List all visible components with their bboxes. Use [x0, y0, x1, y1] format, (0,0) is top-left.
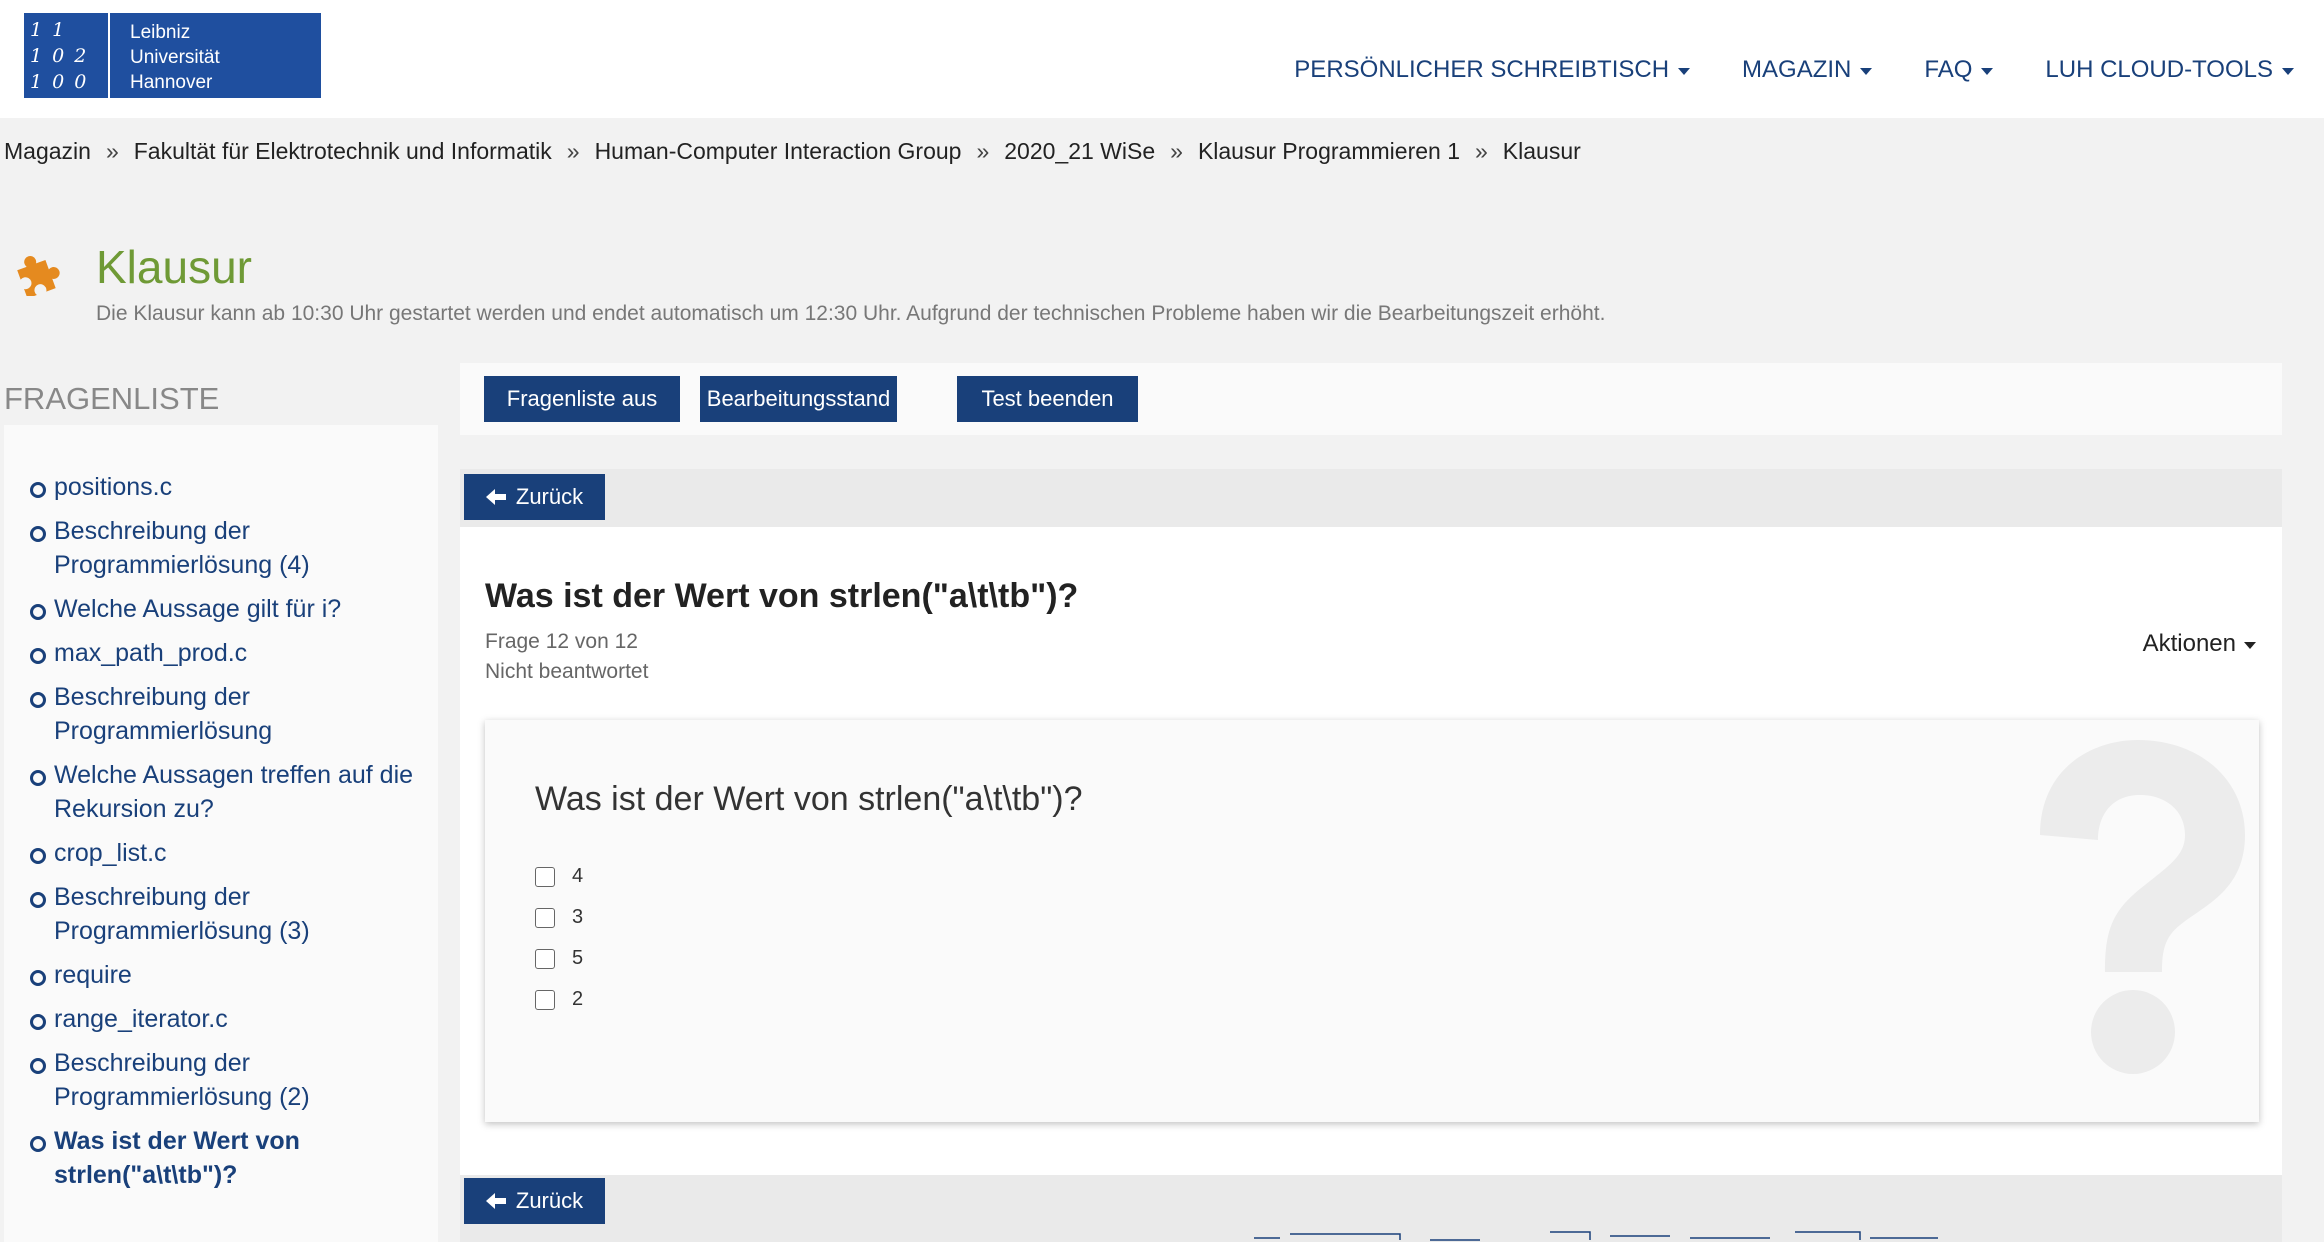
breadcrumb-separator: » [1475, 138, 1488, 164]
question-list-off-button[interactable]: Fragenliste aus [484, 376, 680, 422]
arrow-left-icon [485, 1193, 506, 1209]
checkbox[interactable] [535, 948, 555, 969]
arrow-left-icon [485, 489, 506, 505]
question-list-item[interactable]: Beschreibung der Programmierlösung (4) [28, 514, 438, 582]
answer-option[interactable]: 5 [535, 938, 583, 979]
breadcrumb-item[interactable]: Magazin [4, 138, 91, 165]
test-toolbar: Fragenliste aus Bearbeitungsstand Test b… [460, 363, 2282, 435]
checkbox[interactable] [535, 989, 555, 1010]
breadcrumb-separator: » [1170, 138, 1183, 164]
breadcrumb-separator: » [105, 138, 119, 164]
circle-icon [30, 1014, 46, 1030]
logo-mark: 1 1 1 0 2 1 0 0 4 [24, 13, 110, 119]
circle-icon [30, 892, 46, 908]
question-list-item[interactable]: crop_list.c [28, 836, 438, 870]
caret-down-icon [2282, 68, 2294, 75]
circle-icon [30, 604, 46, 620]
back-button[interactable]: Zurück [464, 1178, 605, 1224]
back-button[interactable]: Zurück [464, 474, 605, 520]
question-list-item[interactable]: Beschreibung der Programmierlösung (3) [28, 880, 438, 948]
question-list-item[interactable]: require [28, 958, 438, 992]
caret-down-icon [1860, 68, 1873, 75]
breadcrumb-item[interactable]: Klausur Programmieren 1 [1198, 138, 1460, 165]
site-header: 1 1 1 0 2 1 0 0 4 Leibniz Universität Ha… [0, 0, 2324, 119]
circle-icon [30, 1136, 46, 1152]
breadcrumb-item[interactable]: Human-Computer Interaction Group [595, 138, 962, 165]
question-heading: Was ist der Wert von strlen("a\t\tb")? [485, 577, 1079, 615]
breadcrumb-item[interactable]: Fakultät für Elektrotechnik und Informat… [134, 138, 552, 165]
caret-down-icon [2244, 642, 2256, 649]
nav-cloud-tools[interactable]: LUH CLOUD-TOOLS [2045, 56, 2294, 84]
circle-icon [30, 526, 46, 542]
answer-options: 4 3 5 2 [535, 856, 583, 1020]
circle-icon [30, 648, 46, 664]
question-status: Nicht beantwortet [485, 660, 649, 683]
nav-bar-top: Zurück [460, 469, 2282, 527]
circle-icon [30, 848, 46, 864]
question-list-item[interactable]: Welche Aussage gilt für i? [28, 592, 438, 626]
finish-test-button[interactable]: Test beenden [957, 376, 1138, 422]
question-text: Was ist der Wert von strlen("a\t\tb")? [535, 780, 1083, 818]
breadcrumb-separator: » [566, 138, 580, 164]
question-mark-icon [2040, 740, 2245, 1074]
question-meta: Frage 12 von 12 Nicht beantwortet [485, 627, 648, 687]
breadcrumb-item-current[interactable]: Klausur [1503, 138, 1581, 165]
nav-personal-desktop[interactable]: PERSÖNLICHER SCHREIBTISCH [1294, 56, 1691, 84]
decorative-illustration [1254, 1231, 1938, 1241]
progress-button[interactable]: Bearbeitungsstand [700, 376, 897, 422]
circle-icon [30, 970, 46, 986]
circle-icon [30, 1058, 46, 1074]
question-list: positions.c Beschreibung der Programmier… [4, 425, 438, 1192]
breadcrumb-separator: » [976, 138, 990, 164]
circle-icon [30, 692, 46, 708]
question-list-item[interactable]: Beschreibung der Programmierlösung [28, 680, 438, 748]
nav-magazin[interactable]: MAGAZIN [1742, 56, 1873, 84]
question-list-item-current[interactable]: Was ist der Wert von strlen("a\t\tb")? [28, 1124, 438, 1192]
question-list-item[interactable]: positions.c [28, 470, 438, 504]
checkbox[interactable] [535, 907, 555, 928]
circle-icon [30, 770, 46, 786]
question-list-item[interactable]: max_path_prod.c [28, 636, 438, 670]
checkbox[interactable] [535, 866, 555, 887]
question-list-heading: FRAGENLISTE [4, 381, 220, 416]
breadcrumb: Magazin » Fakultät für Elektrotechnik un… [4, 138, 1581, 165]
question-list-panel: positions.c Beschreibung der Programmier… [4, 425, 438, 1242]
question-list-item[interactable]: range_iterator.c [28, 1002, 438, 1036]
circle-icon [30, 482, 46, 498]
caret-down-icon [1678, 68, 1691, 75]
question-list-item[interactable]: Beschreibung der Programmierlösung (2) [28, 1046, 438, 1114]
answer-option[interactable]: 2 [535, 979, 583, 1020]
puzzle-piece-icon [17, 256, 60, 296]
question-card: Was ist der Wert von strlen("a\t\tb")? 4… [485, 720, 2259, 1122]
question-list-item[interactable]: Welche Aussagen treffen auf die Rekursio… [28, 758, 438, 826]
breadcrumb-item[interactable]: 2020_21 WiSe [1004, 138, 1155, 165]
caret-down-icon [1981, 68, 1994, 75]
nav-faq[interactable]: FAQ [1924, 56, 1994, 84]
actions-dropdown[interactable]: Aktionen [2143, 630, 2256, 658]
answer-option[interactable]: 3 [535, 897, 583, 938]
logo-text: Leibniz Universität Hannover [130, 22, 220, 93]
page-title: Klausur [96, 241, 252, 293]
question-area: Was ist der Wert von strlen("a\t\tb")? F… [460, 527, 2282, 1177]
main-navigation: PERSÖNLICHER SCHREIBTISCH MAGAZIN FAQ LU… [1294, 56, 2294, 84]
question-position: Frage 12 von 12 [485, 630, 638, 653]
answer-option[interactable]: 4 [535, 856, 583, 897]
page-description: Die Klausur kann ab 10:30 Uhr gestartet … [96, 302, 1606, 325]
university-logo[interactable]: 1 1 1 0 2 1 0 0 4 Leibniz Universität Ha… [24, 13, 321, 119]
